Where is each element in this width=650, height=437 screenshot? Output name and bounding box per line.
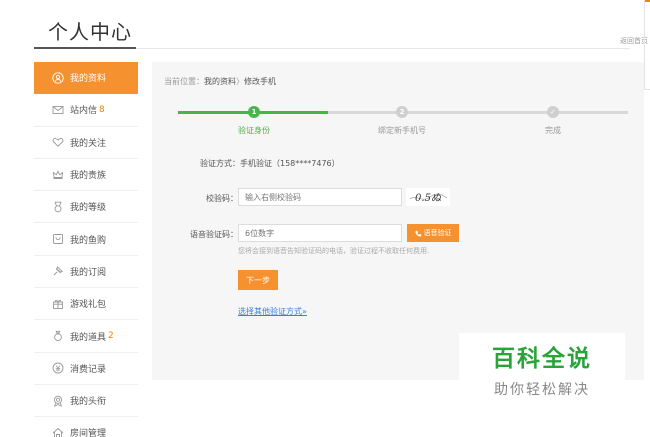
voice-verify-label: 语音验证	[423, 230, 452, 237]
step-3-label: 完成	[545, 126, 561, 135]
sidebar-item-label: 我的订阅	[70, 267, 107, 278]
sidebar-item-props[interactable]: 我的道具 2	[34, 320, 138, 353]
step-1-label: 验证身份	[238, 126, 270, 135]
sidebar-item-label: 我的鱼购	[70, 235, 107, 246]
breadcrumb-parent-link[interactable]: 我的资料	[204, 77, 236, 86]
medal-icon	[52, 201, 64, 213]
crown-icon	[52, 169, 64, 181]
breadcrumb-separator: 〉	[236, 77, 244, 86]
sidebar-item-label: 我的头衔	[70, 397, 107, 408]
sidebar-item-following[interactable]: 我的关注	[34, 127, 138, 159]
page-title: 个人中心	[48, 20, 132, 44]
sidebar-item-subscriptions[interactable]: 我的订阅	[34, 256, 138, 289]
sidebar-item-game-gifts[interactable]: 游戏礼包	[34, 288, 138, 321]
sidebar-item-label: 我的等级	[70, 203, 107, 214]
sidebar-item-label: 游戏礼包	[70, 300, 107, 311]
house-icon	[52, 427, 64, 437]
sidebar-item-label: 我的贵族	[70, 171, 107, 182]
sidebar-item-purchases[interactable]: 我的鱼购	[34, 223, 138, 256]
other-verification-link[interactable]: 选择其他验证方式»	[238, 306, 307, 317]
sidebar-item-my-profile[interactable]: 我的资料	[34, 62, 138, 95]
user-icon	[52, 71, 64, 84]
sidebar-item-room-management[interactable]: 房间管理	[34, 417, 138, 437]
sidebar-item-label: 消费记录	[70, 364, 107, 375]
step-2-label: 绑定新手机号	[378, 126, 426, 135]
captcha-text: 0.5ぬ	[415, 193, 442, 204]
mail-icon	[52, 104, 64, 116]
sidebar-item-label: 房间管理	[70, 429, 107, 437]
watermark-main-text: 百科全说	[492, 346, 592, 372]
unread-count-badge: 8	[99, 104, 105, 115]
step-1-circle: 1	[248, 106, 260, 118]
voice-verify-button[interactable]: 语音验证	[407, 224, 459, 242]
subscribe-icon	[52, 265, 64, 277]
edge-panel	[644, 0, 650, 90]
props-count-badge: 2	[108, 331, 114, 342]
gift-icon	[52, 298, 64, 310]
sidebar-item-nobility[interactable]: 我的贵族	[34, 159, 138, 192]
voice-hint-text: 您将会接到语音告知验证码的电话，验证过程不收取任何费用.	[238, 247, 430, 255]
captcha-image[interactable]: 0.5ぬ	[406, 188, 450, 206]
sidebar-item-spending[interactable]: 消费记录	[34, 353, 138, 385]
step-3-check-icon: ✓	[547, 106, 559, 118]
coin-icon	[52, 362, 64, 374]
header-divider-accent	[34, 47, 136, 49]
watermark-sub-text: 助你轻松解决	[494, 382, 590, 398]
sidebar-item-label: 站内信	[70, 106, 98, 117]
captcha-input[interactable]	[238, 188, 402, 206]
sidebar-item-label: 我的道具	[70, 332, 107, 343]
phone-icon	[414, 230, 422, 237]
next-step-button[interactable]: 下一步	[238, 270, 278, 290]
sidebar: 我的资料 站内信 8 我的关注 我的贵族 我的等级 我的鱼购 我的订阅 游戏礼包…	[34, 62, 138, 437]
sidebar-item-label: 我的资料	[70, 74, 107, 85]
captcha-label: 校验码：	[206, 194, 238, 203]
watermark-logo: 百科全说 助你轻松解决	[459, 333, 625, 412]
cart-icon	[52, 233, 64, 245]
heart-icon	[52, 136, 64, 148]
voice-code-label: 语音验证码：	[190, 230, 238, 239]
breadcrumb-prefix: 当前位置：	[164, 77, 204, 86]
sidebar-item-level[interactable]: 我的等级	[34, 191, 138, 224]
sidebar-item-titles[interactable]: 我的头衔	[34, 385, 138, 418]
verification-method-text: 验证方式：手机验证（158****7476）	[200, 159, 340, 168]
item-bag-icon	[52, 330, 64, 342]
edge-accent	[645, 0, 650, 2]
breadcrumb-current: 修改手机	[244, 77, 276, 86]
step-2-circle: 2	[396, 106, 408, 118]
voice-code-input[interactable]	[238, 224, 402, 242]
title-badge-icon	[52, 395, 64, 407]
sidebar-item-label: 我的关注	[70, 138, 107, 149]
sidebar-item-messages[interactable]: 站内信 8	[34, 94, 138, 127]
breadcrumb: 当前位置：我的资料〉修改手机	[164, 76, 276, 87]
